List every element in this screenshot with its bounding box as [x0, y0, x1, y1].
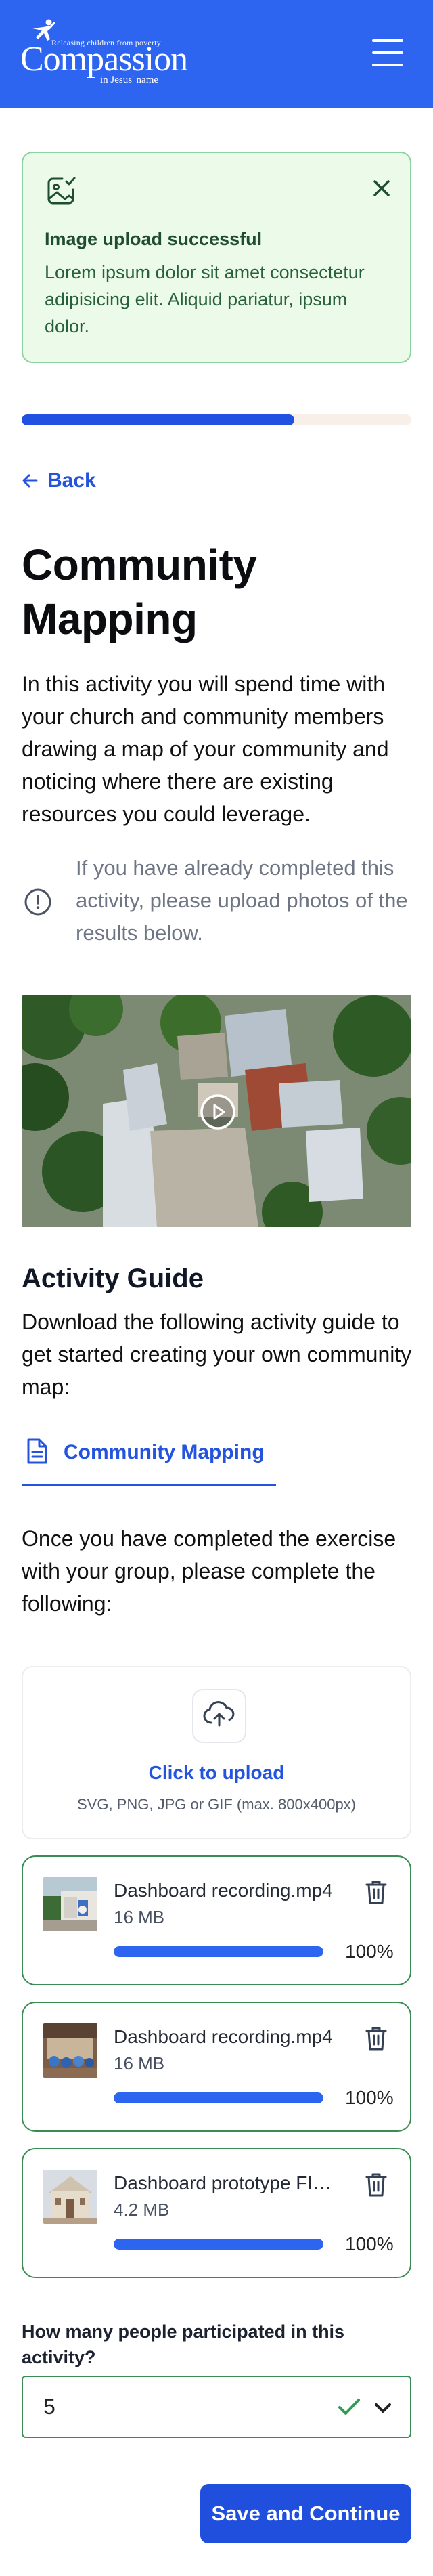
activity-guide-heading: Activity Guide — [22, 1264, 204, 1293]
check-icon — [338, 2399, 360, 2415]
trash-icon[interactable] — [361, 2170, 391, 2199]
file-upload-progress — [114, 2239, 323, 2250]
info-circle-icon — [24, 888, 51, 916]
logo-wordmark: Compassion — [20, 40, 188, 79]
activity-progress-bar — [22, 414, 411, 425]
uploaded-file-card: Dashboard recording.mp4 16 MB 100% — [22, 1855, 411, 1985]
file-name: Dashboard recording.mp4 — [114, 2026, 333, 2047]
uploaded-file-card: Dashboard prototype FINAL.fig 4.2 MB 100… — [22, 2148, 411, 2278]
file-size: 16 MB — [114, 1907, 165, 1927]
back-link[interactable]: Back — [22, 467, 96, 494]
document-icon — [27, 1438, 47, 1464]
file-upload-percent: 100% — [345, 2087, 394, 2108]
click-to-upload-label[interactable]: Click to upload — [23, 1762, 410, 1784]
file-size: 4.2 MB — [114, 2199, 170, 2220]
upload-cloud-icon — [203, 1701, 235, 1727]
activity-guide-text: Download the following activity guide to… — [22, 1310, 412, 1399]
hamburger-menu-icon[interactable] — [371, 39, 405, 68]
file-upload-progress — [114, 1946, 323, 1957]
uploaded-file-card: Dashboard recording.mp4 16 MB 100% — [22, 2002, 411, 2132]
compassion-logo[interactable]: Releasing children from poverty Compassi… — [20, 18, 203, 92]
file-thumbnail — [43, 1877, 97, 1931]
file-upload-progress-fill — [114, 2092, 323, 2103]
file-upload-progress-fill — [114, 1946, 323, 1957]
logo-subline: in Jesus' name — [100, 74, 159, 85]
upload-icon-box — [192, 1689, 246, 1743]
file-upload-progress-fill — [114, 2239, 323, 2250]
chevron-down-icon — [375, 2403, 391, 2413]
play-icon[interactable] — [199, 1093, 237, 1131]
guide-link-label: Community Mapping — [64, 1441, 265, 1463]
close-icon[interactable] — [368, 175, 395, 202]
community-mapping-guide-link[interactable]: Community Mapping — [22, 1432, 276, 1486]
arrow-left-icon — [22, 474, 38, 488]
intro-text: In this activity you will spend time wit… — [22, 672, 389, 826]
info-note-text: If you have already completed this activ… — [76, 856, 408, 945]
file-name: Dashboard recording.mp4 — [114, 1880, 333, 1901]
save-and-continue-button[interactable]: Save and Continue — [200, 2484, 411, 2543]
trash-icon[interactable] — [361, 1877, 391, 1907]
participants-select-value: 5 — [43, 2395, 55, 2419]
participants-question-label: How many people participated in this act… — [22, 2321, 345, 2367]
upload-success-alert: Image upload successful Lorem ipsum dolo… — [22, 152, 411, 363]
info-note: If you have already completed this activ… — [22, 852, 414, 953]
file-thumbnail — [43, 2023, 97, 2078]
alert-title: Image upload successful — [45, 229, 263, 249]
alert-message: Lorem ipsum dolor sit amet consectetur a… — [45, 262, 365, 337]
file-upload-percent: 100% — [345, 2233, 394, 2254]
file-size: 16 MB — [114, 2053, 165, 2074]
progress-fill — [22, 414, 295, 425]
file-upload-dropzone[interactable]: Click to upload SVG, PNG, JPG or GIF (ma… — [22, 1666, 411, 1839]
file-thumbnail — [43, 2170, 97, 2224]
file-upload-progress — [114, 2092, 323, 2103]
instructions-text: Once you have completed the exercise wit… — [22, 1526, 396, 1616]
participants-select[interactable]: 5 — [22, 2376, 411, 2438]
trash-icon[interactable] — [361, 2023, 391, 2053]
back-label: Back — [47, 469, 96, 492]
site-header: Releasing children from poverty Compassi… — [0, 0, 433, 108]
upload-file-hint: SVG, PNG, JPG or GIF (max. 800x400px) — [76, 1796, 357, 1813]
file-name: Dashboard prototype FINAL.fig — [114, 2172, 344, 2193]
file-upload-percent: 100% — [345, 1941, 394, 1962]
image-check-icon — [47, 177, 76, 205]
activity-video[interactable] — [22, 995, 411, 1227]
page-title: Community Mapping — [22, 540, 257, 643]
